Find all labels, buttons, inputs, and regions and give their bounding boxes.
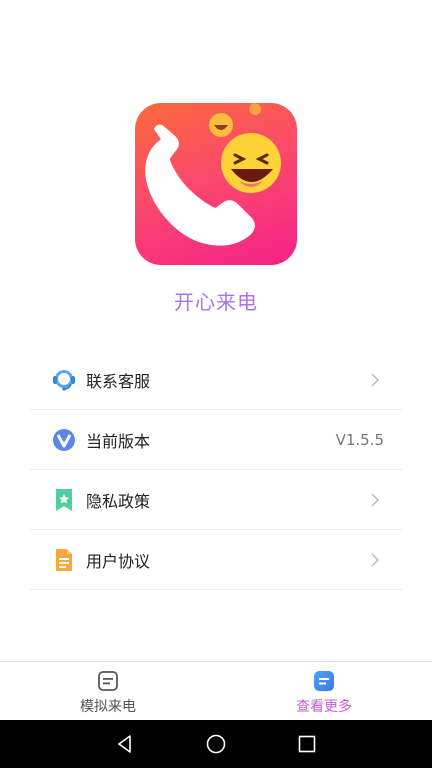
settings-menu: 联系客服 当前版本 V1.5.5 隐私政策 用户协议	[30, 350, 402, 590]
menu-item-user-agreement[interactable]: 用户协议	[30, 530, 402, 590]
app-name: 开心来电	[174, 290, 258, 314]
version-value: V1.5.5	[335, 430, 384, 449]
bottom-tab-bar: 模拟来电 查看更多	[0, 661, 432, 720]
menu-item-label: 当前版本	[86, 431, 151, 451]
simulate-call-icon	[98, 671, 118, 691]
menu-item-privacy-policy[interactable]: 隐私政策	[30, 470, 402, 530]
system-navigation-bar	[0, 720, 432, 768]
tab-label: 查看更多	[296, 699, 352, 715]
version-icon	[51, 427, 77, 453]
menu-item-label: 用户协议	[86, 551, 151, 571]
phone-laugh-icon	[145, 103, 281, 246]
chevron-right-icon	[371, 493, 379, 506]
privacy-icon	[51, 487, 77, 513]
chevron-right-icon	[371, 553, 379, 566]
app-logo	[135, 103, 297, 265]
tab-simulate-call[interactable]: 模拟来电	[0, 662, 216, 720]
back-icon[interactable]	[114, 733, 136, 755]
tab-see-more[interactable]: 查看更多	[216, 662, 432, 720]
home-icon[interactable]	[205, 733, 227, 755]
menu-item-label: 联系客服	[86, 371, 151, 391]
recents-icon[interactable]	[296, 733, 318, 755]
more-icon	[314, 671, 334, 691]
menu-item-version[interactable]: 当前版本 V1.5.5	[30, 410, 402, 470]
agreement-icon	[51, 547, 77, 573]
tab-label: 模拟来电	[80, 699, 136, 715]
menu-item-label: 隐私政策	[86, 491, 151, 511]
chevron-right-icon	[371, 373, 379, 386]
menu-item-customer-service[interactable]: 联系客服	[30, 350, 402, 410]
customer-service-icon	[51, 367, 77, 393]
